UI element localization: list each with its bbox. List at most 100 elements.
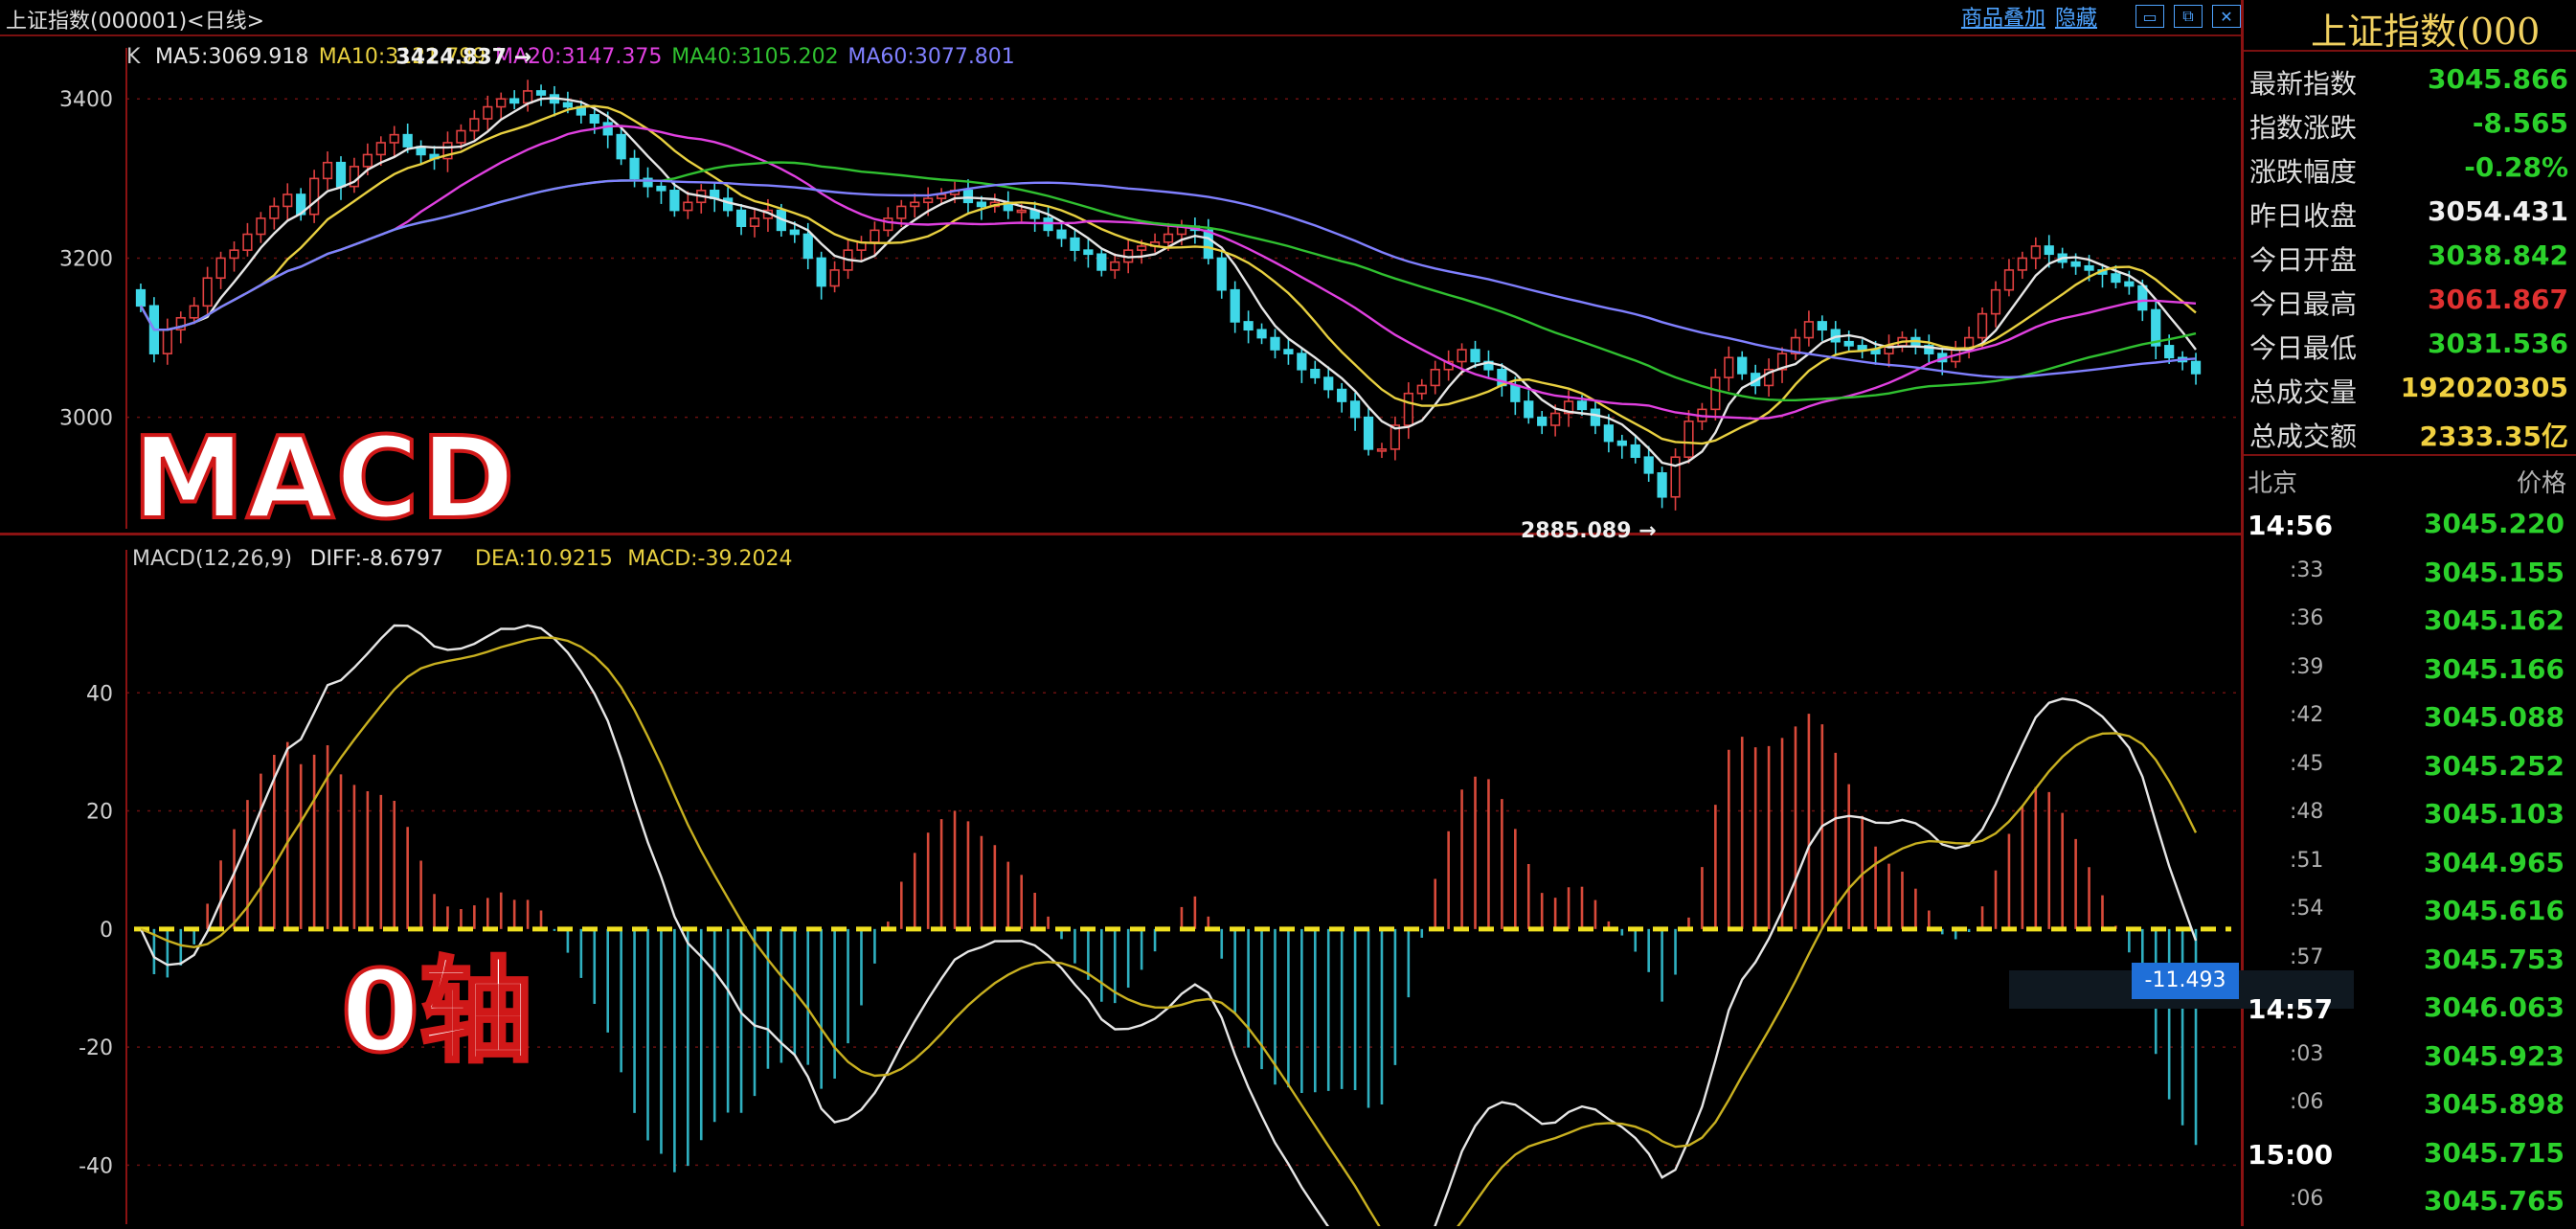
price-legend-item: MA5:3069.918 <box>155 45 308 69</box>
current-value-badge: -11.493 <box>2132 963 2239 999</box>
tick-time: :48 <box>2290 800 2324 824</box>
stat-value: -0.28% <box>2464 151 2568 183</box>
candle-up <box>1403 392 1413 426</box>
candle-down <box>1283 349 1294 354</box>
tick-time: :39 <box>2290 654 2324 679</box>
tick-row: :48 3045.103 <box>2244 788 2576 842</box>
price-tick-label: 3000 <box>59 407 113 431</box>
candle-up <box>469 118 480 132</box>
stat-row: 总成交额 2333.35亿 <box>2244 408 2576 452</box>
tick-time: :57 <box>2290 945 2324 969</box>
stat-row: 指数涨跌 -8.565 <box>2244 100 2576 144</box>
candle-down <box>976 201 987 208</box>
candle-down <box>656 185 667 192</box>
candle-down <box>1310 368 1321 378</box>
panel-divider-2 <box>2244 454 2576 456</box>
minimize-icon[interactable]: ▭ <box>2135 5 2164 28</box>
tick-price: 3045.155 <box>2423 556 2565 588</box>
candle-up <box>2030 245 2041 260</box>
product-overlay-link[interactable]: 商品叠加 <box>1961 1 2045 32</box>
tick-price: 3045.220 <box>2423 508 2565 539</box>
candle-down <box>723 197 734 212</box>
candle-down <box>1083 249 1094 256</box>
candle-down <box>535 90 547 96</box>
candle-down <box>1590 408 1601 426</box>
stat-label: 昨日收盘 <box>2249 200 2358 232</box>
tick-row: 15:00 3045.715 <box>2244 1127 2576 1181</box>
candle-down <box>1056 229 1067 239</box>
candle-up <box>242 233 253 251</box>
tick-header: 北京 价格 <box>2244 460 2576 498</box>
candle-down <box>962 190 974 204</box>
stat-value: 3031.536 <box>2427 328 2568 359</box>
candle-down <box>1537 416 1548 426</box>
stat-label: 指数涨跌 <box>2249 112 2358 144</box>
candle-down <box>2111 273 2121 284</box>
tick-price: 3045.166 <box>2423 652 2565 685</box>
price-legend-prefix: K <box>126 45 141 69</box>
candle-up <box>1803 321 1815 339</box>
candle-up <box>1430 368 1440 387</box>
candle-down <box>669 190 680 212</box>
tick-price: 3045.753 <box>2423 943 2565 975</box>
candle-up <box>202 277 213 307</box>
candle-up <box>923 197 934 204</box>
stat-row: 最新指数 3045.866 <box>2244 56 2576 100</box>
candle-up <box>1710 376 1721 411</box>
candle-up <box>256 217 266 236</box>
candle-up <box>215 257 226 280</box>
candle-down <box>616 133 626 160</box>
price-legend-item: MA40:3105.202 <box>671 45 838 69</box>
candle-down <box>602 122 613 136</box>
stat-row: 总成交量 192020305 <box>2244 364 2576 408</box>
zero-axis-overlay-label: 0轴 <box>339 944 534 1080</box>
tick-header-price: 价格 <box>2516 469 2566 498</box>
candle-up <box>1724 356 1734 378</box>
tick-time: :06 <box>2290 1090 2324 1114</box>
candle-up <box>1977 312 1988 339</box>
candle-up <box>1670 456 1681 498</box>
stat-value: 3054.431 <box>2427 195 2568 227</box>
restore-icon[interactable]: ⧉ <box>2174 5 2203 28</box>
main-chart[interactable]: 300032003400 K MA5:3069.918 MA10:3121.799 M… <box>0 34 2241 1226</box>
candle-down <box>2190 360 2202 375</box>
tick-price: 3045.923 <box>2423 1039 2565 1072</box>
candle-down <box>2084 264 2094 271</box>
candle-down <box>2164 345 2175 359</box>
candle-up <box>1683 421 1694 459</box>
candle-down <box>1256 329 1267 339</box>
tick-row: :57 3045.753 <box>2244 934 2576 988</box>
candle-up <box>309 177 320 216</box>
price-tick-label: 3200 <box>59 247 113 271</box>
macd-legend-item: MACD(12,26,9) <box>132 547 292 571</box>
tick-row: :42 3045.088 <box>2244 692 2576 745</box>
candle-down <box>802 233 813 260</box>
close-icon[interactable]: ✕ <box>2212 5 2241 28</box>
candle-up <box>483 105 493 120</box>
macd-tick-label: 40 <box>86 682 113 706</box>
candle-down <box>1337 388 1347 402</box>
tick-time: :33 <box>2290 558 2324 582</box>
candle-up <box>375 142 386 156</box>
candle-up <box>162 329 172 354</box>
tick-price: 3045.765 <box>2423 1185 2565 1217</box>
tick-time: :45 <box>2290 751 2324 776</box>
tick-price: 3045.103 <box>2423 798 2565 830</box>
tick-row: 14:57 3046.063 <box>2244 982 2576 1036</box>
macd-overlay-label: MACD <box>130 410 517 546</box>
candle-up <box>749 217 760 228</box>
candle-up <box>1016 209 1027 214</box>
tick-row: :06 3045.898 <box>2244 1079 2576 1132</box>
tick-row: :36 3045.162 <box>2244 595 2576 649</box>
hide-link[interactable]: 隐藏 <box>2055 1 2097 32</box>
title-bar: 上证指数(000001)<日线> 商品叠加 隐藏 ▭ ⧉ ✕ <box>0 0 2241 36</box>
candle-up <box>910 201 920 208</box>
tick-row: 14:56 3045.220 <box>2244 498 2576 552</box>
candle-up <box>389 133 399 144</box>
candle-down <box>1470 349 1480 363</box>
candle-down <box>562 102 574 108</box>
tick-row: :33 3045.155 <box>2244 547 2576 601</box>
candle-down <box>735 209 747 228</box>
title-actions: 商品叠加 隐藏 ▭ ⧉ ✕ <box>1961 2 2241 31</box>
candle-up <box>456 129 466 144</box>
